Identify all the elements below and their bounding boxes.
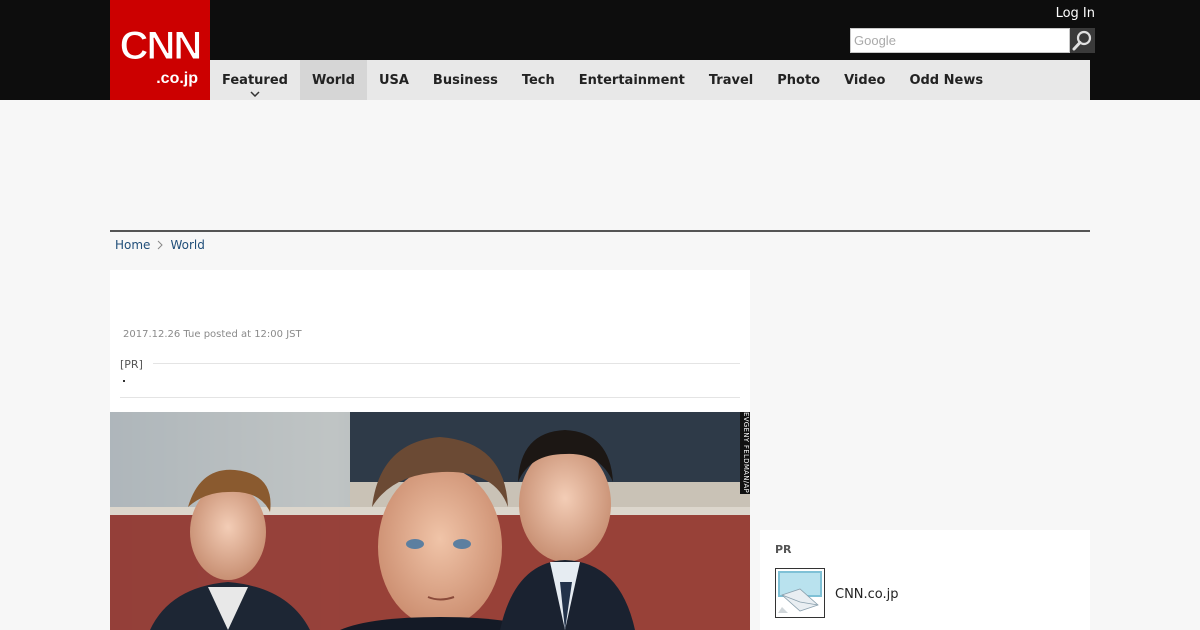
nav-item-travel[interactable]: Travel bbox=[697, 60, 765, 100]
pr-label: [PR] bbox=[120, 358, 143, 371]
photo-credit: EVGENY FELDMAN/AP bbox=[740, 412, 750, 494]
pr-bullet bbox=[123, 380, 125, 382]
nav-item-featured[interactable]: Featured bbox=[210, 60, 300, 100]
logo-wordmark: CNN bbox=[119, 24, 203, 68]
breadcrumb-world[interactable]: World bbox=[170, 238, 204, 252]
nav-item-entertainment[interactable]: Entertainment bbox=[567, 60, 697, 100]
nav-item-label: Entertainment bbox=[578, 72, 685, 88]
nav-item-label: Video bbox=[844, 72, 886, 88]
pr-block: [PR] bbox=[120, 354, 740, 398]
nav-item-label: Travel bbox=[708, 72, 754, 88]
nav-item-label: Featured bbox=[222, 72, 288, 88]
photo-credit-text: EVGENY FELDMAN/AP bbox=[742, 412, 750, 494]
sidebar-pr-heading: PR bbox=[775, 543, 792, 556]
ad-space bbox=[110, 100, 1090, 230]
section-divider bbox=[110, 230, 1090, 232]
sidebar-thumbnail[interactable] bbox=[775, 568, 825, 618]
breadcrumb-home[interactable]: Home bbox=[115, 238, 150, 252]
nav-item-photo[interactable]: Photo bbox=[765, 60, 832, 100]
logo-domain: .co.jp bbox=[156, 70, 198, 87]
nav-item-label: Photo bbox=[777, 72, 821, 88]
nav-item-label: Tech bbox=[521, 72, 555, 88]
nav-item-business[interactable]: Business bbox=[421, 60, 510, 100]
cnn-logo[interactable]: CNN .co.jp bbox=[110, 0, 210, 100]
magnifier-icon bbox=[1072, 30, 1092, 51]
nav-item-label: USA bbox=[378, 72, 409, 88]
mail-thumbnail-icon bbox=[776, 569, 824, 617]
nav-item-label: Business bbox=[432, 72, 498, 88]
nav-item-label: World bbox=[311, 72, 355, 88]
article-photo bbox=[110, 412, 750, 630]
breadcrumb: Home World bbox=[115, 238, 205, 252]
article-photo-image bbox=[110, 412, 750, 630]
chevron-down-icon bbox=[250, 91, 260, 97]
nav-item-tech[interactable]: Tech bbox=[510, 60, 567, 100]
nav-item-label: Odd News bbox=[909, 72, 984, 88]
search-button[interactable] bbox=[1070, 28, 1095, 53]
nav-item-odd-news[interactable]: Odd News bbox=[897, 60, 995, 100]
nav-item-video[interactable]: Video bbox=[832, 60, 897, 100]
sidebar-link[interactable]: CNN.co.jp bbox=[835, 587, 899, 602]
main-nav: Featured World USA Business Tech Enterta… bbox=[210, 60, 1090, 100]
chevron-right-icon bbox=[158, 240, 164, 250]
pr-divider bbox=[153, 363, 740, 364]
search-input[interactable] bbox=[850, 28, 1070, 53]
login-link[interactable]: Log In bbox=[1056, 6, 1095, 21]
nav-item-usa[interactable]: USA bbox=[367, 60, 421, 100]
sidebar-pr-card: PR CNN.co.jp bbox=[760, 530, 1090, 630]
article-card: 2017.12.26 Tue posted at 12:00 JST [PR] bbox=[110, 270, 750, 630]
nav-item-world[interactable]: World bbox=[299, 60, 367, 100]
posted-timestamp: 2017.12.26 Tue posted at 12:00 JST bbox=[123, 329, 302, 340]
